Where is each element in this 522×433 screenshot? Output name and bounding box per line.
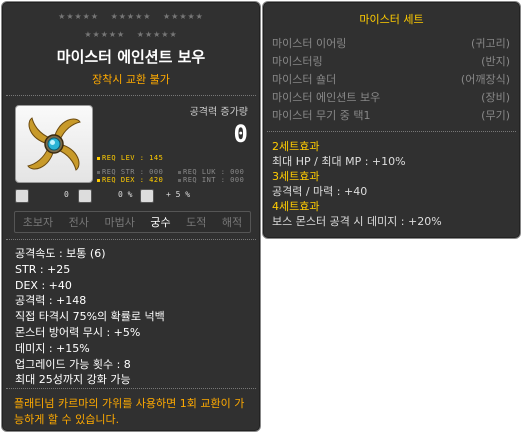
set-item-slot: (장비) xyxy=(481,91,510,104)
set-item-row: 마이스터 에인션트 보우 (장비) xyxy=(272,89,510,105)
set-effect-2-head: 2세트효과 xyxy=(272,140,320,153)
set-item-name: 마이스터 에인션트 보우 xyxy=(272,91,381,104)
potential-icon xyxy=(15,189,29,203)
item-tooltip: ★★★★★ ★★★★★ ★★★★★ ★★★★★ ★★★★★ 마이스터 에인션트 … xyxy=(1,1,261,432)
set-effect-2-line: 최대 HP / 최대 MP : +10% xyxy=(272,155,406,168)
stat-line: STR : +25 xyxy=(15,262,71,276)
req-int: REQ INT : 000 xyxy=(178,176,244,184)
stat-line: 직접 타격시 75%의 확률로 넉백 xyxy=(15,310,165,324)
job-bowman: 궁수 xyxy=(150,216,171,229)
job-beginner: 초보자 xyxy=(22,216,54,229)
star-group: ★★★★★ xyxy=(162,12,204,21)
karma-scissors-note: 플래티넘 카르마의 가위를 사용하면 1회 교환이 가능하게 할 수 있습니다. xyxy=(14,397,245,426)
ancient-bow-icon xyxy=(27,117,81,171)
bonus-value: 0 % xyxy=(118,190,133,199)
set-item-slot: (귀고리) xyxy=(471,37,510,50)
star-group: ★★★★★ xyxy=(58,12,100,21)
job-pirate: 해적 xyxy=(221,216,243,229)
star-force-row-1: ★★★★★ ★★★★★ ★★★★★ xyxy=(2,12,260,21)
set-effect-3-line: 공격력 / 마력 : +40 xyxy=(272,185,368,198)
job-warrior: 전사 xyxy=(68,216,89,229)
item-stats: 공격속도 : 보통 (6) STR : +25 DEX : +40 공격력 : … xyxy=(15,246,165,388)
stat-line: 몬스터 방어력 무시 : +5% xyxy=(15,325,141,339)
set-effect-3-head: 3세트효과 xyxy=(272,170,320,183)
star-group: ★★★★★ xyxy=(136,30,178,39)
set-item-row: 마이스터 숄더 (어깨장식) xyxy=(272,71,510,87)
stat-line: 데미지 : +15% xyxy=(15,341,90,355)
potential-value: 0 xyxy=(64,190,69,199)
bonus-icon xyxy=(78,189,92,203)
divider xyxy=(6,95,256,96)
divider xyxy=(6,388,256,389)
set-item-name: 마이스터링 xyxy=(272,55,323,68)
req-dex: REQ DEX : 420 xyxy=(97,176,163,184)
job-requirement-bar: 초보자 전사 마법사 궁수 도적 해적 xyxy=(14,211,251,233)
set-item-row: 마이스터링 (반지) xyxy=(272,53,510,69)
trade-notice: 장착시 교환 불가 xyxy=(92,73,170,86)
attack-increase-label: 공격력 증가량 xyxy=(189,107,248,118)
set-item-slot: (반지) xyxy=(481,55,510,68)
job-thief: 도적 xyxy=(186,216,207,229)
set-effect-4-head: 4세트효과 xyxy=(272,200,320,213)
item-icon-frame xyxy=(15,105,93,183)
req-dex-text: REQ DEX : 420 xyxy=(102,176,164,184)
req-int-text: REQ INT : 000 xyxy=(183,176,245,184)
set-item-name: 마이스터 숄더 xyxy=(272,73,337,86)
req-str: REQ STR : 000 xyxy=(97,168,163,176)
set-item-name: 마이스터 무기 중 택1 xyxy=(272,109,371,122)
star-group: ★★★★★ xyxy=(110,12,152,21)
job-magician: 마법사 xyxy=(104,216,135,229)
req-luk-text: REQ LUK : 000 xyxy=(183,168,245,176)
stat-line: DEX : +40 xyxy=(15,278,72,292)
stat-line: 공격력 : +148 xyxy=(15,294,87,308)
stat-line: 최대 25성까지 강화 가능 xyxy=(15,373,131,387)
attack-increase-value: 0 xyxy=(233,120,248,148)
set-tooltip: 마이스터 세트 마이스터 이어링 (귀고리) 마이스터링 (반지) 마이스터 숄… xyxy=(262,1,521,239)
stat-line: 업그레이드 가능 횟수 : 8 xyxy=(15,357,131,371)
set-item-row: 마이스터 이어링 (귀고리) xyxy=(272,35,510,51)
set-effect-4-line: 보스 몬스터 공격 시 데미지 : +20% xyxy=(272,215,442,228)
req-level: REQ LEV : 145 xyxy=(97,154,163,162)
req-str-text: REQ STR : 000 xyxy=(102,168,164,176)
req-level-text: REQ LEV : 145 xyxy=(102,154,164,162)
set-item-name: 마이스터 이어링 xyxy=(272,37,347,50)
star-group: ★★★★★ xyxy=(84,30,126,39)
set-item-slot: (무기) xyxy=(481,109,510,122)
req-luk: REQ LUK : 000 xyxy=(178,168,244,176)
ignore-defense-value: + 5 % xyxy=(166,190,191,199)
divider xyxy=(6,239,256,240)
ignore-defense-icon xyxy=(140,189,154,203)
item-name: 마이스터 에인션트 보우 xyxy=(56,48,206,66)
set-title: 마이스터 세트 xyxy=(359,13,424,26)
star-force-row-2: ★★★★★ ★★★★★ xyxy=(2,30,260,39)
set-item-row: 마이스터 무기 중 택1 (무기) xyxy=(272,107,510,123)
divider xyxy=(267,131,516,132)
stat-line: 공격속도 : 보통 (6) xyxy=(15,247,106,260)
set-item-slot: (어깨장식) xyxy=(460,73,510,86)
